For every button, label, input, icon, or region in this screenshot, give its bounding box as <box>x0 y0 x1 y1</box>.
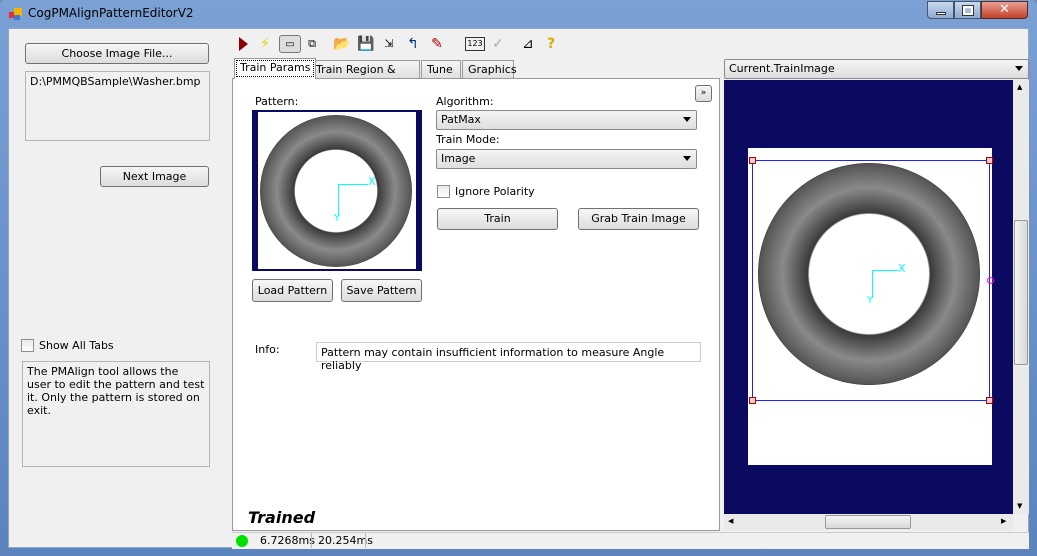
run-icon[interactable] <box>236 35 254 53</box>
display-image-value: Current.TrainImage <box>729 62 835 75</box>
save-icon[interactable]: 💾 <box>357 35 375 53</box>
train-mode-value: Image <box>441 152 476 165</box>
show-all-tabs-label: Show All Tabs <box>39 339 114 352</box>
ignore-polarity-checkbox[interactable] <box>437 185 450 198</box>
show-all-tabs-checkbox[interactable] <box>21 339 34 352</box>
scroll-up-icon[interactable]: ▲ <box>1017 83 1022 91</box>
train-mode-select[interactable]: Image <box>436 149 697 169</box>
help-icon[interactable]: ? <box>542 35 560 53</box>
grab-train-image-button[interactable]: Grab Train Image <box>578 208 699 230</box>
expand-button[interactable]: » <box>695 85 712 102</box>
pattern-y-label: Y <box>334 213 341 224</box>
pattern-label: Pattern: <box>255 95 299 108</box>
origin-x-axis <box>872 270 898 271</box>
trained-status: Trained <box>248 508 316 527</box>
save-as-icon[interactable]: ⇲ <box>380 35 398 53</box>
region-handle[interactable] <box>749 397 756 404</box>
show-tool-display-icon[interactable]: ▭ <box>279 35 301 53</box>
ignore-polarity-label: Ignore Polarity <box>455 185 535 198</box>
train-mode-label: Train Mode: <box>436 133 500 146</box>
save-pattern-button[interactable]: Save Pattern <box>341 279 422 302</box>
close-button[interactable]: ✕ <box>981 1 1028 19</box>
scroll-right-icon[interactable]: ▶ <box>1001 517 1006 525</box>
description-text: The PMAlign tool allows the user to edit… <box>22 361 210 467</box>
origin-y-label: Y <box>867 295 874 306</box>
floating-display-icon[interactable]: ⧉ <box>303 35 321 53</box>
pattern-image: X Y <box>252 110 422 271</box>
rotate-handle[interactable] <box>987 277 994 284</box>
train-region-rect[interactable] <box>752 160 990 401</box>
load-pattern-button[interactable]: Load Pattern <box>252 279 333 302</box>
region-handle[interactable] <box>986 157 993 164</box>
vertical-scrollbar[interactable]: ▲ ▼ <box>1013 80 1029 514</box>
origin-y-axis <box>872 270 873 298</box>
measure-icon[interactable]: ⊿ <box>519 35 537 53</box>
divider <box>311 533 312 548</box>
open-icon[interactable]: 📂 <box>333 35 351 53</box>
tab-train-params[interactable]: Train Params <box>234 58 317 79</box>
tab-graphics[interactable]: Graphics <box>462 60 517 78</box>
pattern-x-label: X <box>368 175 376 188</box>
horizontal-scroll-thumb[interactable] <box>825 515 911 529</box>
chevron-down-icon <box>683 117 691 122</box>
origin-x-label: X <box>898 262 906 275</box>
divider <box>365 533 366 548</box>
chevron-down-icon <box>683 156 691 161</box>
info-label: Info: <box>255 343 280 356</box>
disabled-check-icon: ✓ <box>492 36 504 52</box>
vertical-scroll-thumb[interactable] <box>1014 220 1028 365</box>
algorithm-value: PatMax <box>441 113 481 126</box>
info-field: Pattern may contain insufficient informa… <box>316 342 701 372</box>
image-display[interactable]: X Y <box>724 80 1013 514</box>
status-time-1: 6.7268ms <box>260 534 315 547</box>
results-icon[interactable]: 123 <box>465 37 485 51</box>
chevron-down-icon <box>1015 66 1023 71</box>
tab-tune[interactable]: Tune <box>421 60 461 78</box>
choose-image-file-button[interactable]: Choose Image File... <box>25 43 209 64</box>
next-image-button[interactable]: Next Image <box>100 166 209 187</box>
maximize-button[interactable] <box>954 1 981 19</box>
local-icon[interactable]: ✎ <box>428 35 446 53</box>
electric-icon[interactable]: ⚡ <box>256 35 274 53</box>
status-indicator <box>236 535 248 547</box>
region-handle[interactable] <box>986 397 993 404</box>
reset-icon[interactable]: ↰ <box>404 35 422 53</box>
algorithm-label: Algorithm: <box>436 95 494 108</box>
window-title: CogPMAlignPatternEditorV2 <box>28 6 194 20</box>
train-button[interactable]: Train <box>437 208 558 230</box>
file-path-field[interactable]: D:\PMMQBSample\Washer.bmp <box>25 71 210 141</box>
minimize-button[interactable] <box>927 1 954 19</box>
algorithm-select[interactable]: PatMax <box>436 110 697 130</box>
tab-train-region-origin[interactable]: Train Region & Origin <box>310 60 420 89</box>
horizontal-scrollbar[interactable]: ◀ ▶ <box>724 514 1013 530</box>
app-icon <box>9 8 23 20</box>
scroll-down-icon[interactable]: ▼ <box>1017 502 1022 510</box>
scroll-left-icon[interactable]: ◀ <box>728 517 733 525</box>
window: CogPMAlignPatternEditorV2 ✕ Choose Image… <box>0 0 1037 556</box>
display-image-select[interactable]: Current.TrainImage <box>724 59 1029 79</box>
region-handle[interactable] <box>749 157 756 164</box>
